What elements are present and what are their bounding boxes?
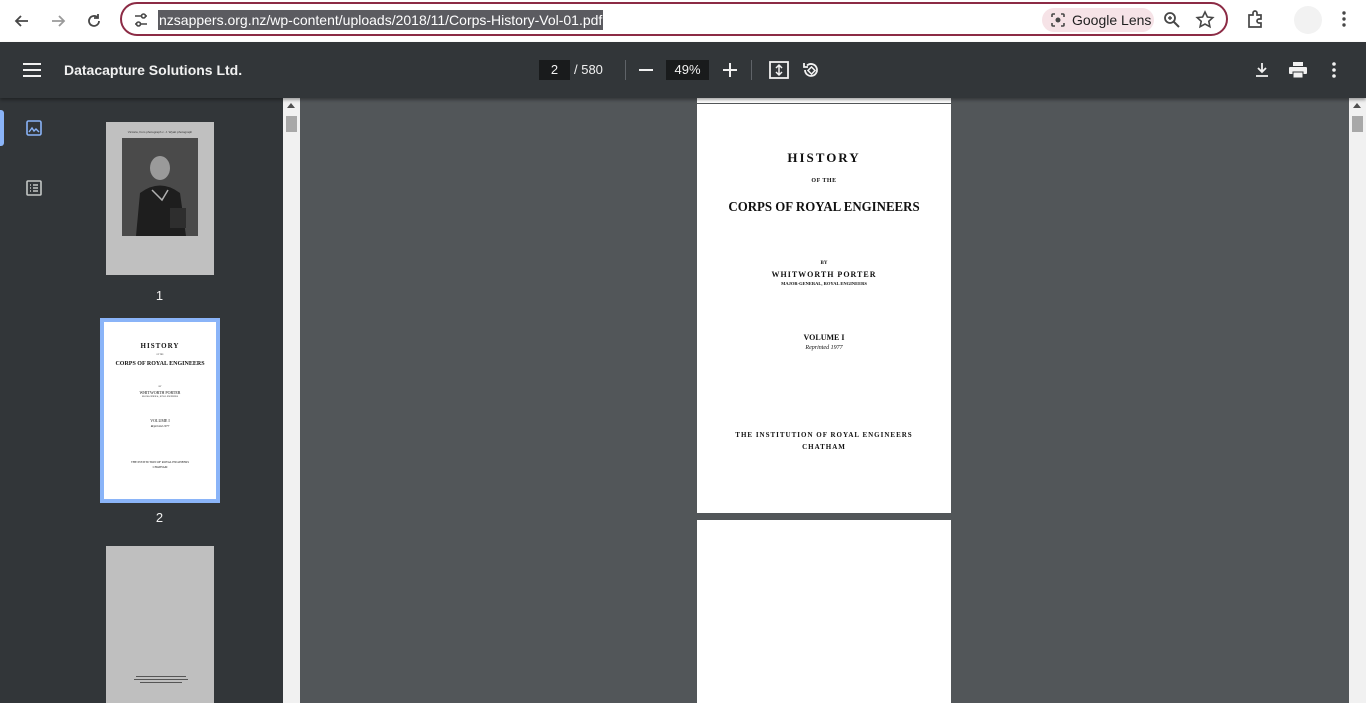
scroll-up-arrow-icon[interactable] (287, 103, 295, 108)
hamburger-icon (23, 63, 41, 77)
page-corps: CORPS OF ROYAL ENGINEERS (728, 200, 920, 215)
divider (625, 60, 626, 80)
bookmark-star-icon[interactable] (1195, 10, 1215, 30)
browser-chrome: nzsappers.org.nz/wp-content/uploads/2018… (0, 0, 1366, 42)
plus-icon (723, 63, 737, 77)
forward-button[interactable] (43, 6, 73, 36)
outline-view-icon[interactable] (24, 178, 44, 198)
more-actions-button[interactable] (1323, 59, 1345, 81)
lens-label: Google Lens (1072, 12, 1152, 28)
active-indicator (0, 110, 4, 146)
scrollbar-thumb[interactable] (286, 116, 297, 132)
download-icon (1256, 63, 1268, 77)
download-button[interactable] (1251, 59, 1273, 81)
reload-button[interactable] (79, 6, 109, 36)
page-total: / 580 (574, 62, 603, 77)
minus-icon (639, 69, 653, 71)
divider (751, 60, 752, 80)
back-button[interactable] (7, 6, 37, 36)
more-vertical-icon (1332, 62, 1336, 78)
thumbnail-text: OF THE (156, 354, 164, 356)
google-lens-button[interactable]: Google Lens (1042, 8, 1154, 32)
profile-avatar[interactable] (1294, 6, 1322, 34)
pdf-page-3 (697, 520, 951, 703)
fit-page-icon (769, 61, 789, 79)
thumbnail-scrollbar[interactable] (283, 98, 300, 703)
thumbnail-text-line (134, 679, 188, 680)
page-by: BY (820, 261, 828, 266)
page-reprint: Reprinted 1977 (805, 345, 843, 351)
zoom-out-button[interactable] (635, 59, 657, 81)
printer-icon (1289, 62, 1307, 78)
reload-icon (88, 14, 100, 27)
fit-to-page-button[interactable] (768, 59, 790, 81)
page-rank: MAJOR-GENERAL, ROYAL ENGINEERS (781, 281, 867, 286)
rotate-icon (803, 63, 818, 77)
thumbnail-text-line (136, 676, 186, 677)
sidebar-rail (0, 98, 68, 703)
zoom-in-button[interactable] (719, 59, 741, 81)
thumbnails-view-icon[interactable] (24, 118, 44, 138)
lens-icon (1051, 13, 1065, 27)
thumbnail-text: Reprinted 1977 (150, 424, 170, 428)
pdf-viewer[interactable]: HISTORY OF THE CORPS OF ROYAL ENGINEERS … (300, 98, 1349, 703)
pdf-page-2: HISTORY OF THE CORPS OF ROYAL ENGINEERS … (697, 104, 951, 513)
thumbnail-page-3[interactable] (106, 546, 214, 703)
thumbnail-caption: Victoria, from photograph c. J. Wyatt ph… (127, 130, 193, 134)
page-volume: VOLUME I (803, 333, 845, 342)
thumbnail-text: HISTORY (140, 342, 180, 350)
thumbnail-page-1[interactable]: Victoria, from photograph c. J. Wyatt ph… (106, 122, 214, 275)
thumbnail-text: THE INSTITUTION OF ROYAL ENGINEERS (130, 460, 190, 464)
portrait-image (122, 138, 198, 236)
thumbnail-number: 1 (155, 288, 164, 303)
pdf-toolbar: Datacapture Solutions Ltd. 2 / 580 49% (0, 42, 1366, 98)
thumbnail-text: CHATHAM (152, 465, 168, 469)
page-1-edge (697, 98, 951, 103)
address-bar[interactable]: nzsappers.org.nz/wp-content/uploads/2018… (120, 2, 1228, 36)
url-text[interactable]: nzsappers.org.nz/wp-content/uploads/2018… (158, 10, 604, 30)
browser-menu-icon[interactable] (1334, 9, 1354, 29)
viewer-scrollbar[interactable] (1349, 98, 1366, 703)
arrow-left-icon (14, 15, 28, 27)
thumbnail-page-2[interactable]: HISTORY OF THE CORPS OF ROYAL ENGINEERS … (100, 318, 220, 503)
page-place: CHATHAM (802, 443, 846, 451)
scroll-up-arrow-icon[interactable] (1353, 103, 1361, 108)
page-title: HISTORY (787, 150, 861, 165)
thumbnail-pane: Victoria, from photograph c. J. Wyatt ph… (68, 98, 283, 703)
page-of-the: OF THE (811, 178, 837, 184)
site-settings-icon[interactable] (132, 11, 150, 29)
thumbnail-number: 2 (155, 510, 164, 525)
page-author: WHITWORTH PORTER (771, 270, 877, 279)
zoom-level-input[interactable]: 49% (666, 60, 709, 80)
thumbnail-text: WHITWORTH PORTER (139, 390, 181, 395)
thumbnail-text: MAJOR-GENERAL, ROYAL ENGINEERS (142, 396, 178, 398)
arrow-right-icon (52, 15, 66, 27)
thumbnail-text-line (140, 682, 182, 683)
sidebar-menu-button[interactable] (21, 59, 43, 81)
page-number-input[interactable]: 2 (539, 60, 570, 80)
document-title: Datacapture Solutions Ltd. (64, 62, 243, 78)
page-publisher: THE INSTITUTION OF ROYAL ENGINEERS (735, 431, 913, 439)
thumbnail-text: CORPS OF ROYAL ENGINEERS (115, 361, 205, 367)
thumbnail-text: BY (158, 386, 162, 388)
extensions-icon[interactable] (1244, 8, 1266, 30)
thumbnail-text: VOLUME I (150, 418, 170, 423)
scrollbar-thumb[interactable] (1352, 116, 1363, 132)
print-button[interactable] (1287, 59, 1309, 81)
zoom-icon[interactable] (1162, 10, 1182, 30)
rotate-button[interactable] (800, 59, 822, 81)
